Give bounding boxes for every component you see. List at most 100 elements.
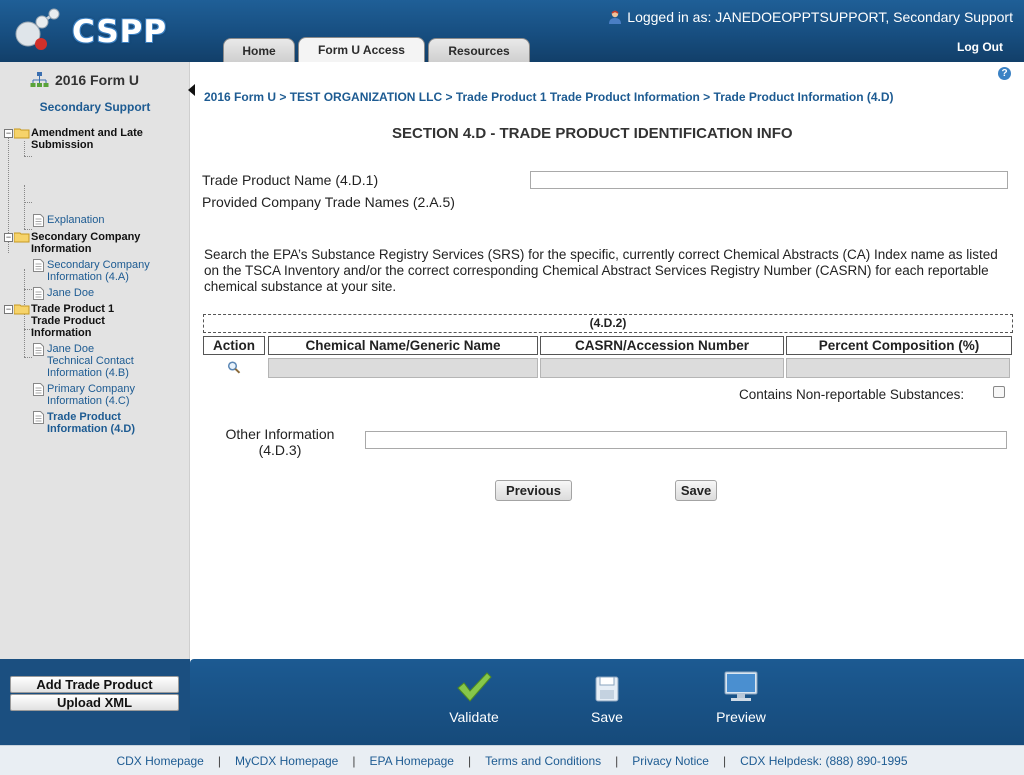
collapse-toggle-icon[interactable]: − [4, 233, 13, 242]
floppy-disk-icon [595, 676, 619, 702]
footer-separator: | [467, 753, 472, 768]
user-icon [609, 10, 622, 24]
tree-item-explanation[interactable]: Explanation [33, 214, 105, 227]
logout-link[interactable]: Log Out [957, 40, 1003, 54]
footer-link-privacy[interactable]: Privacy Notice [632, 754, 709, 768]
collapse-toggle-icon[interactable]: − [4, 305, 13, 314]
tree-label-line: Technical Contact [47, 355, 134, 367]
non-reportable-checkbox[interactable] [993, 386, 1005, 398]
tree-label-line: Information [31, 327, 92, 339]
column-header-chemical-name: Chemical Name/Generic Name [268, 336, 538, 355]
upload-xml-button[interactable]: Upload XML [10, 694, 179, 711]
preview-label: Preview [716, 709, 766, 725]
preview-action[interactable]: Preview [706, 671, 776, 725]
document-icon [33, 287, 44, 300]
document-icon [33, 343, 44, 356]
column-header-casrn: CASRN/Accession Number [540, 336, 784, 355]
tree-label-line: Information (4.D) [47, 423, 135, 435]
app-logo-text: CSPP [72, 14, 168, 50]
non-reportable-label: Contains Non-reportable Substances: [739, 387, 965, 402]
bottom-left-panel: Add Trade Product Upload XML [0, 659, 190, 745]
sidebar-title-text: 2016 Form U [55, 72, 140, 88]
casrn-cell[interactable] [540, 358, 784, 378]
sidebar-subtitle: Secondary Support [39, 100, 151, 114]
footer-link-cdx-homepage[interactable]: CDX Homepage [116, 754, 203, 768]
tree-connector [24, 185, 25, 229]
cspp-logo: CSPP [12, 6, 166, 56]
other-information-label-line: (4.D.3) [258, 442, 302, 458]
save-action[interactable]: Save [574, 671, 640, 725]
previous-button[interactable]: Previous [495, 480, 572, 501]
login-text: Logged in as: JANEDOEOPPTSUPPORT, Second… [627, 9, 1013, 25]
sidebar-title: 2016 Form U [30, 72, 139, 88]
footer-separator: | [615, 753, 619, 768]
tree-label-line: Trade Product [47, 411, 121, 423]
column-header-percent-composition: Percent Composition (%) [786, 336, 1012, 355]
trade-product-name-input[interactable] [530, 171, 1008, 189]
tree-folder-secondary-company[interactable]: − Secondary Company Information [4, 231, 140, 255]
tree-label-line: Jane Doe [47, 343, 95, 355]
validate-action[interactable]: Validate [440, 671, 508, 725]
validate-label: Validate [449, 709, 499, 725]
login-info: Logged in as: JANEDOEOPPTSUPPORT, Second… [607, 9, 1013, 25]
footer-link-mycdx-homepage[interactable]: MyCDX Homepage [235, 754, 338, 768]
search-icon[interactable] [227, 361, 241, 374]
tab-form-u-access[interactable]: Form U Access [298, 37, 425, 62]
tree-label-line: Submission [31, 139, 94, 151]
tree-item-primary-company[interactable]: Primary Company Information (4.C) [33, 383, 135, 407]
tree-label-line: Secondary Company [31, 231, 141, 243]
collapse-toggle-icon[interactable]: − [4, 129, 13, 138]
srs-instructions: Search the EPA’s Substance Registry Serv… [204, 247, 998, 294]
tree-label-line: Information (4.B) [47, 367, 129, 379]
grid-caption: (4.D.2) [203, 314, 1013, 333]
save-button[interactable]: Save [675, 480, 717, 501]
footer-link-helpdesk[interactable]: CDX Helpdesk: (888) 890-1995 [740, 754, 907, 768]
folder-icon [14, 232, 30, 243]
footer-link-epa-homepage[interactable]: EPA Homepage [369, 754, 454, 768]
tree-folder-trade-product[interactable]: − Trade Product 1 Trade Product Informatio… [4, 303, 114, 339]
tree-folder-amendment[interactable]: − Amendment and Late Submission [4, 127, 143, 151]
tree-label-line: Information (4.C) [47, 395, 130, 407]
tree-label-line: Information [31, 243, 92, 255]
footer-separator: | [217, 753, 221, 768]
tab-home[interactable]: Home [223, 38, 295, 62]
tree-label-line: Information (4.A) [47, 271, 129, 283]
checkmark-icon [457, 672, 492, 702]
column-header-action: Action [203, 336, 265, 355]
trade-product-name-label: Trade Product Name (4.D.1) [202, 172, 379, 188]
percent-composition-cell[interactable] [786, 358, 1010, 378]
sidebar: 2016 Form U Secondary Support − Amendmen… [0, 62, 190, 659]
chemical-name-cell[interactable] [268, 358, 538, 378]
footer-separator: | [352, 753, 356, 768]
folder-icon [14, 304, 30, 315]
other-information-label-line: Other Information [225, 426, 335, 442]
tree-label-line: Trade Product 1 [31, 303, 115, 315]
tree-connector [24, 202, 32, 203]
tab-resources[interactable]: Resources [428, 38, 530, 62]
sidebar-collapse-arrow-icon[interactable] [188, 84, 195, 96]
tree-item-jane-doe[interactable]: Jane Doe [33, 287, 94, 300]
add-trade-product-button[interactable]: Add Trade Product [10, 676, 179, 693]
tree-label-line: Jane Doe [47, 287, 95, 299]
tree-connector [24, 357, 32, 358]
tree-item-trade-product-info[interactable]: Trade Product Information (4.D) [33, 411, 135, 435]
save-action-label: Save [591, 709, 623, 725]
tree-label-line: Trade Product [31, 315, 105, 327]
monitor-icon [724, 671, 758, 701]
page-title: SECTION 4.D - TRADE PRODUCT IDENTIFICATI… [392, 125, 793, 142]
other-information-label: Other Information (4.D.3) [218, 426, 342, 458]
footer-link-terms[interactable]: Terms and Conditions [485, 754, 601, 768]
breadcrumb[interactable]: 2016 Form U > TEST ORGANIZATION LLC > Tr… [204, 90, 894, 104]
tree-label-line: Secondary Company [47, 259, 150, 271]
tree-connector [24, 289, 32, 290]
tree-item-secondary-company-info[interactable]: Secondary Company Information (4.A) [33, 259, 150, 283]
document-icon [33, 214, 44, 227]
footer: CDX Homepage | MyCDX Homepage | EPA Home… [0, 745, 1024, 775]
tree-connector [24, 156, 32, 157]
provided-trade-names-label: Provided Company Trade Names (2.A.5) [202, 194, 455, 210]
tree-item-technical-contact[interactable]: Jane Doe Technical Contact Information (4.… [33, 343, 134, 379]
document-icon [33, 259, 44, 272]
tree-label-line: Primary Company [47, 383, 136, 395]
other-information-input[interactable] [365, 431, 1007, 449]
help-icon[interactable]: ? [998, 67, 1011, 80]
